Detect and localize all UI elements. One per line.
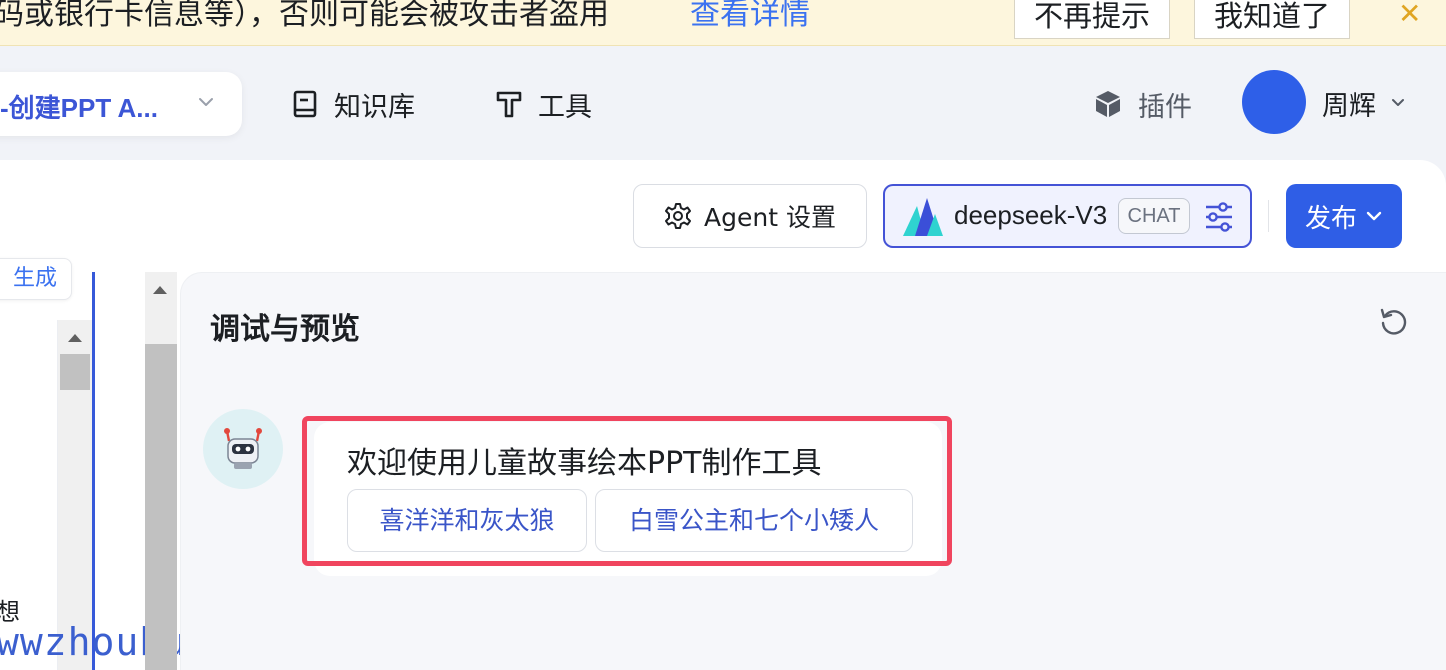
reset-icon[interactable] <box>1378 306 1410 338</box>
close-icon[interactable]: ✕ <box>1398 0 1421 30</box>
cube-icon <box>1096 91 1120 117</box>
security-warning-banner: 码或银行卡信息等），否则可能会被攻击者盗用 查看详情 不再提示 我知道了 ✕ <box>0 0 1446 46</box>
agent-settings-button[interactable]: Agent 设置 <box>633 184 867 248</box>
model-type-badge: CHAT <box>1118 198 1190 234</box>
bot-avatar <box>203 409 283 489</box>
generate-button[interactable]: 生成 <box>0 258 72 300</box>
book-icon <box>293 90 317 118</box>
nav-knowledge-base[interactable]: 知识库 <box>290 82 415 126</box>
toolbar-divider <box>1268 200 1269 232</box>
publish-button[interactable]: 发布 <box>1286 184 1402 248</box>
welcome-message: 欢迎使用儿童故事绘本PPT制作工具 <box>347 446 822 481</box>
chevron-down-icon[interactable] <box>1390 94 1406 110</box>
user-name[interactable]: 周辉 <box>1322 84 1376 123</box>
dont-remind-button[interactable]: 不再提示 <box>1014 0 1170 39</box>
view-details-link[interactable]: 查看详情 <box>690 0 810 34</box>
sliders-icon[interactable] <box>1203 200 1235 234</box>
gear-icon <box>665 203 692 229</box>
chevron-down-icon <box>199 98 213 106</box>
suggested-question-button[interactable]: 白雪公主和七个小矮人 <box>595 489 913 552</box>
config-scrollbar-thumb[interactable] <box>145 344 177 670</box>
suggested-question-button[interactable]: 喜洋洋和灰太狼 <box>347 489 587 552</box>
user-avatar[interactable] <box>1242 70 1306 134</box>
model-name: deepseek-V3 <box>954 200 1108 230</box>
editor-scrollbar-thumb[interactable] <box>60 354 90 390</box>
agent-settings-label: Agent 设置 <box>704 203 836 232</box>
nav-plugins-label: 插件 <box>1138 91 1192 123</box>
nav-plugins[interactable]: 插件 <box>1092 82 1192 126</box>
hammer-icon <box>496 91 522 118</box>
app-selector[interactable]: -创建PPT A... <box>0 72 242 136</box>
preview-title: 调试与预览 <box>210 312 360 347</box>
nav-knowledge-base-label: 知识库 <box>334 91 415 123</box>
scroll-up-arrow-icon[interactable] <box>68 334 82 342</box>
robot-icon <box>224 428 262 469</box>
chevron-down-icon <box>1366 211 1382 221</box>
model-logo-icon <box>903 198 943 236</box>
got-it-button[interactable]: 我知道了 <box>1194 0 1350 39</box>
model-selector[interactable]: deepseek-V3 CHAT <box>883 184 1252 248</box>
nav-tools-label: 工具 <box>538 91 592 123</box>
app-name: -创建PPT A... <box>0 93 158 123</box>
publish-label: 发布 <box>1304 203 1357 234</box>
scroll-up-arrow-icon[interactable] <box>153 286 167 294</box>
nav-tools[interactable]: 工具 <box>494 82 592 126</box>
panel-resize-handle[interactable] <box>92 272 95 670</box>
banner-message: 码或银行卡信息等），否则可能会被攻击者盗用 <box>0 0 609 32</box>
